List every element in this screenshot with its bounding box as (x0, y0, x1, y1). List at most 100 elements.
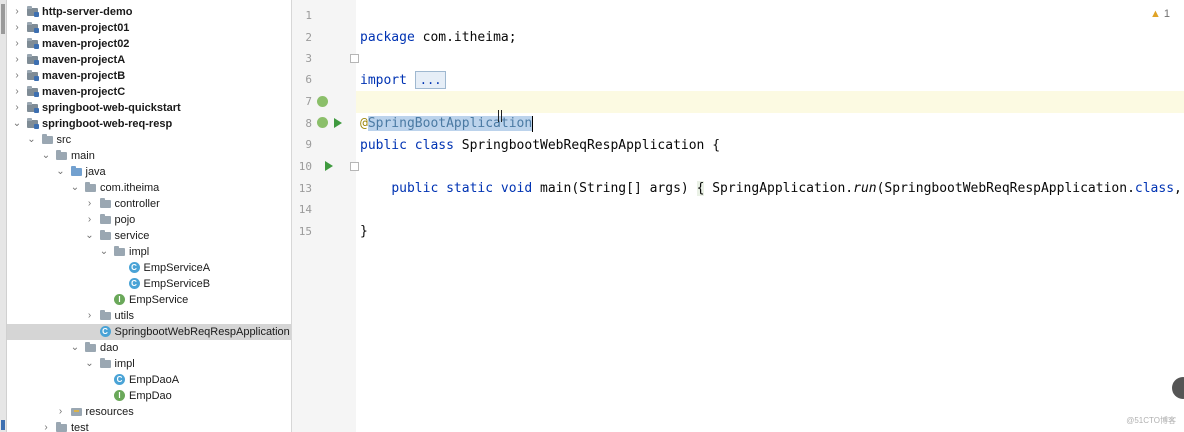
chevron-right-icon[interactable]: › (55, 404, 67, 420)
module-folder-icon (27, 54, 39, 66)
source-folder-icon (70, 166, 83, 178)
method-signature: main(String[] args) (532, 181, 697, 196)
tree-item[interactable]: › utils (7, 308, 291, 324)
chevron-right-icon[interactable]: › (11, 52, 23, 68)
tree-item[interactable]: ⌄ springboot-web-req-resp (7, 116, 291, 132)
tree-item[interactable]: › maven-projectA (7, 52, 291, 68)
chevron-right-icon[interactable]: › (84, 212, 96, 228)
chevron-down-icon[interactable]: ⌄ (69, 340, 81, 356)
tree-item-label: springboot-web-req-resp (42, 118, 173, 130)
tree-item[interactable]: › pojo (7, 212, 291, 228)
floating-action-button[interactable] (1172, 377, 1184, 399)
tree-item-label: impl (114, 358, 135, 370)
chevron-right-icon[interactable]: › (84, 196, 96, 212)
module-folder-icon (27, 6, 39, 18)
run-icon[interactable] (334, 118, 342, 128)
chevron-right-icon[interactable]: › (11, 100, 23, 116)
tree-item[interactable]: ⌄ service (7, 228, 291, 244)
line-number: 14 (298, 203, 312, 216)
chevron-right-icon[interactable]: › (11, 20, 23, 36)
run-icon[interactable] (325, 161, 333, 171)
chevron-down-icon[interactable]: ⌄ (84, 228, 96, 244)
keyword: public static void (391, 181, 533, 196)
chevron-right-icon[interactable]: › (11, 4, 23, 20)
code-line-8[interactable]: public class SpringbootWebReqRespApplica… (356, 113, 1184, 153)
package-icon (99, 214, 112, 226)
code-line-7[interactable]: @SpringBootApplication (356, 91, 1184, 132)
tree-item[interactable]: › maven-project02 (7, 36, 291, 52)
spring-bean-icon[interactable] (317, 117, 328, 128)
tree-item[interactable]: I EmpService (7, 292, 291, 308)
tree-item-label: maven-project02 (42, 38, 130, 50)
code-line-10[interactable]: public static void main(String[] args) {… (356, 156, 1184, 196)
tree-item-label: src (56, 134, 72, 146)
tree-item[interactable]: ⌄ java (7, 164, 291, 180)
tool-window-strip[interactable] (0, 0, 7, 432)
tree-item[interactable]: › test (7, 420, 291, 432)
line-number: 7 (305, 95, 312, 108)
class-icon: C (114, 374, 126, 386)
module-folder-icon (27, 22, 39, 34)
chevron-right-icon[interactable]: › (11, 68, 23, 84)
chevron-right-icon[interactable]: › (40, 420, 52, 432)
bottom-tab-marker[interactable] (1, 420, 5, 430)
tree-item-label: controller (114, 198, 160, 210)
chevron-down-icon[interactable]: ⌄ (11, 116, 23, 132)
chevron-down-icon[interactable]: ⌄ (84, 356, 96, 372)
code-editor[interactable]: 1 2 3 6 7 8 9 10 13 14 15 package com.it… (292, 0, 1184, 432)
chevron-right-icon[interactable]: › (11, 84, 23, 100)
warning-count: 1 (1163, 8, 1170, 20)
method-body: SpringApplication. (704, 181, 854, 196)
tree-item-label: resources (85, 406, 134, 418)
tree-item-label: utils (114, 310, 135, 322)
tree-item[interactable]: ⌄ impl (7, 244, 291, 260)
tree-item[interactable]: › resources (7, 404, 291, 420)
folder-icon (41, 134, 54, 146)
method-body: , a (1174, 181, 1182, 196)
interface-icon: I (114, 390, 126, 402)
tree-item[interactable]: › maven-project01 (7, 20, 291, 36)
tree-item-label: springboot-web-quickstart (42, 102, 181, 114)
tree-item[interactable]: ⌄ main (7, 148, 291, 164)
import-fold-button[interactable]: ... (414, 71, 447, 89)
chevron-right-icon[interactable]: › (84, 308, 96, 324)
tree-item[interactable]: › http-server-demo (7, 4, 291, 20)
tree-item[interactable]: ⌄ com.itheima (7, 180, 291, 196)
tree-item-label: test (71, 422, 89, 432)
tree-item[interactable]: ⌄ src (7, 132, 291, 148)
module-folder-icon (27, 118, 39, 130)
keyword: class (1134, 181, 1175, 196)
chevron-right-icon[interactable]: › (11, 36, 23, 52)
code-line-1[interactable]: package com.itheima; (356, 5, 1184, 45)
class-icon: C (128, 262, 141, 274)
chevron-down-icon[interactable]: ⌄ (40, 148, 52, 164)
tree-item[interactable]: ⌄ impl (7, 356, 291, 372)
code-line-3[interactable]: import ... (356, 48, 1184, 89)
project-tree[interactable]: › http-server-demo › maven-project01 › maven-… (7, 0, 292, 432)
tree-item[interactable]: › maven-projectB (7, 68, 291, 84)
chevron-down-icon[interactable]: ⌄ (26, 132, 38, 148)
tree-item[interactable]: ⌄ dao (7, 340, 291, 356)
line-number: 10 (298, 160, 312, 173)
tree-item[interactable]: › maven-projectC (7, 84, 291, 100)
tree-item-label: main (71, 150, 95, 162)
class-icon: C (99, 326, 112, 338)
tree-item[interactable]: › controller (7, 196, 291, 212)
tree-item-label: EmpServiceA (143, 262, 211, 274)
code-line-14[interactable]: } (356, 199, 1184, 239)
tree-item[interactable]: I EmpDao (7, 388, 291, 404)
spring-bean-icon[interactable] (317, 96, 328, 107)
tree-item[interactable]: C SpringbootWebReqRespApplication (7, 324, 291, 340)
tree-item-label: http-server-demo (42, 6, 133, 18)
tree-item-label: dao (100, 342, 119, 354)
chevron-down-icon[interactable]: ⌄ (69, 180, 81, 196)
tree-item[interactable]: C EmpServiceA (7, 260, 291, 276)
tree-item[interactable]: › springboot-web-quickstart (7, 100, 291, 116)
chevron-down-icon[interactable]: ⌄ (55, 164, 67, 180)
inspection-widget[interactable]: ▲ 1 (1150, 8, 1170, 20)
tree-item[interactable]: C EmpServiceB (7, 276, 291, 292)
tree-item[interactable]: C EmpDaoA (7, 372, 291, 388)
chevron-down-icon[interactable]: ⌄ (98, 244, 110, 260)
package-icon (99, 198, 112, 210)
project-tab-marker[interactable] (1, 4, 5, 34)
